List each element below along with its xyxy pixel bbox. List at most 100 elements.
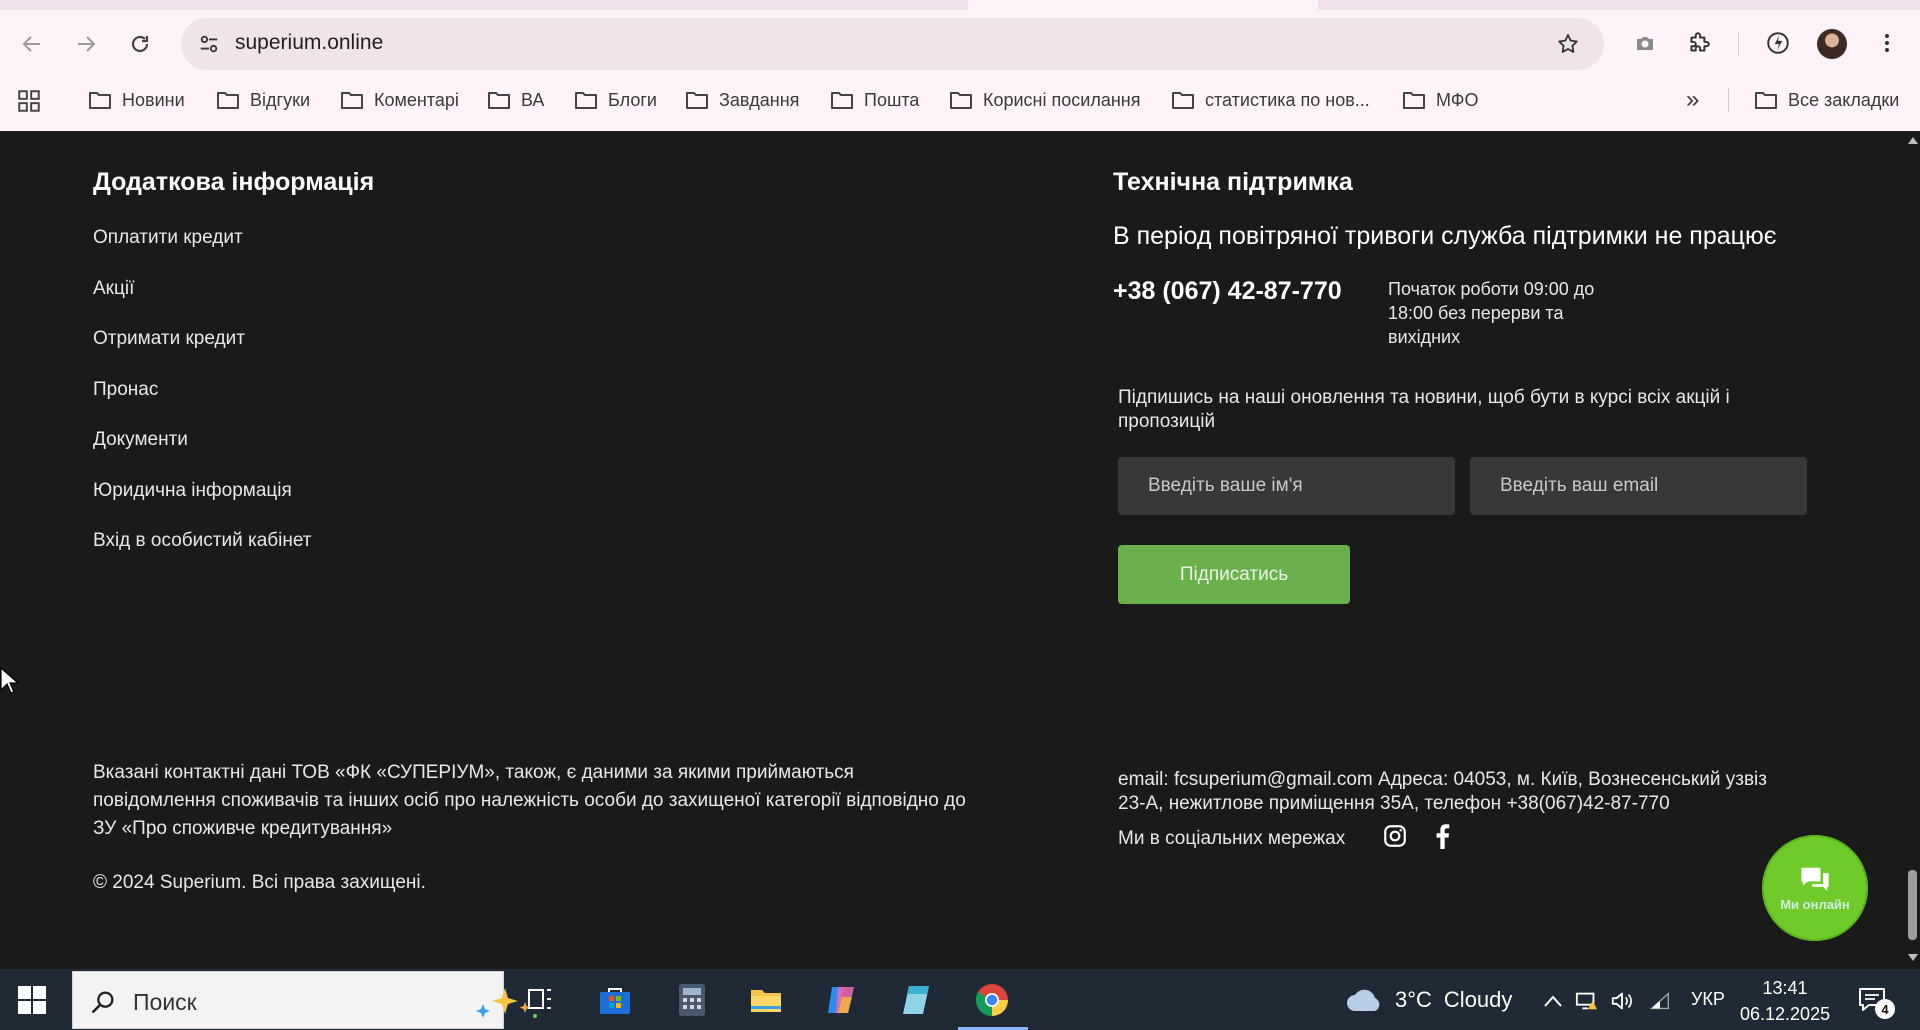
windows-logo-icon — [18, 986, 31, 999]
bookmark-folder-news[interactable]: Новини — [88, 82, 185, 118]
bookmark-label: статистика по нов... — [1205, 89, 1370, 110]
folder-icon — [1755, 92, 1777, 109]
all-bookmarks-button[interactable]: Все закладки — [1754, 82, 1899, 118]
speaker-icon — [1611, 992, 1632, 1010]
start-button[interactable] — [18, 986, 46, 1014]
facebook-icon — [1436, 824, 1450, 849]
windows-taskbar: Поиск 3°C Cloudy УКР 13:41 06.12.2025 4 — [0, 969, 1920, 1030]
network-warning-button[interactable] — [1575, 989, 1599, 1013]
notes-app-button[interactable] — [895, 979, 937, 1021]
performance-button[interactable] — [1761, 26, 1795, 60]
scroll-down-arrow[interactable] — [1908, 954, 1918, 961]
clock-time: 13:41 — [1762, 978, 1808, 998]
screenshot-button[interactable] — [1628, 26, 1662, 60]
volume-button[interactable] — [1610, 989, 1634, 1013]
chat-bubbles-icon — [1801, 867, 1829, 891]
page-scrollbar[interactable] — [1905, 131, 1920, 969]
folder-icon — [686, 92, 708, 109]
email-input[interactable] — [1470, 457, 1807, 515]
bookmark-folder-comments[interactable]: Коментарі — [340, 82, 459, 118]
calculator-button[interactable] — [671, 979, 713, 1021]
windows-logo-icon — [33, 986, 46, 999]
footer-link-about[interactable]: Пронас — [93, 379, 158, 401]
notification-center-button[interactable]: 4 — [1857, 985, 1895, 1019]
file-explorer-button[interactable] — [745, 979, 787, 1021]
microsoft-store-button[interactable] — [594, 979, 636, 1021]
scroll-up-arrow[interactable] — [1908, 137, 1918, 144]
footer-link-promotions[interactable]: Акції — [93, 278, 134, 300]
wifi-button[interactable] — [1648, 989, 1672, 1013]
system-clock[interactable]: 13:41 06.12.2025 — [1740, 975, 1830, 1027]
bookmark-label: Завдання — [719, 89, 800, 110]
footer-link-pay-credit[interactable]: Оплатити кредит — [93, 227, 243, 249]
search-icon — [91, 991, 114, 1014]
bookmark-folder-reviews[interactable]: Відгуки — [216, 82, 310, 118]
task-view-button[interactable] — [519, 979, 561, 1021]
apps-grid-button[interactable] — [16, 88, 42, 114]
input-language[interactable]: УКР — [1691, 989, 1725, 1010]
copilot-button[interactable] — [820, 979, 862, 1021]
bookmark-star-button[interactable] — [1552, 28, 1584, 60]
apps-grid-icon — [18, 90, 40, 112]
task-view-icon — [528, 989, 551, 1009]
profile-avatar[interactable] — [1817, 29, 1847, 59]
subscribe-button[interactable]: Підписатись — [1118, 545, 1350, 604]
bookmark-folder-va[interactable]: ВА — [487, 82, 544, 118]
mouse-cursor — [0, 667, 18, 694]
scroll-thumb[interactable] — [1908, 870, 1917, 940]
weather-temp: 3°C — [1395, 987, 1432, 1012]
tab-strip — [0, 0, 1920, 10]
bookmarks-separator — [1728, 88, 1729, 112]
bookmark-folder-useful-links[interactable]: Корисні посилання — [949, 82, 1140, 118]
taskbar-search[interactable]: Поиск — [72, 971, 537, 1029]
footer-link-personal-account[interactable]: Вхід в особистий кабінет — [93, 530, 312, 552]
bookmark-folder-statistics[interactable]: статистика по нов... — [1171, 82, 1370, 118]
online-chat-button[interactable]: Ми онлайн — [1762, 835, 1868, 941]
notification-badge: 4 — [1875, 999, 1895, 1019]
facebook-link[interactable] — [1427, 821, 1457, 851]
bookmark-label: Блоги — [608, 89, 657, 110]
social-label: Ми в соціальних мережах — [1118, 828, 1346, 849]
footer-link-get-credit[interactable]: Отримати кредит — [93, 328, 245, 350]
contact-details: email: fcsuperium@gmail.com Адреса: 0405… — [1118, 769, 1767, 814]
copyright: © 2024 Superium. Всі права захищені. — [93, 872, 426, 893]
back-button[interactable] — [16, 28, 48, 60]
active-tab[interactable] — [968, 0, 1318, 10]
bookmark-folder-blogs[interactable]: Блоги — [574, 82, 657, 118]
instagram-link[interactable] — [1380, 821, 1410, 851]
chrome-menu-button[interactable] — [1870, 26, 1904, 60]
contact-disclaimer: Вказані контактні дані ТОВ «ФК «СУПЕРІУМ… — [93, 762, 966, 839]
name-input[interactable] — [1118, 457, 1455, 515]
star-icon — [1558, 34, 1578, 53]
notepad-icon — [903, 986, 929, 1014]
footer-link-legal-info[interactable]: Юридична інформація — [93, 480, 292, 502]
double-chevron-right-icon: » — [1686, 86, 1700, 113]
support-phone[interactable]: +38 (067) 42-87-770 — [1113, 277, 1342, 306]
footer-link-documents[interactable]: Документи — [93, 429, 188, 451]
additional-info-title: Додаткова інформація — [93, 168, 375, 196]
all-bookmarks-label: Все закладки — [1788, 89, 1900, 110]
bookmark-folder-tasks[interactable]: Завдання — [685, 82, 799, 118]
reload-button[interactable] — [124, 28, 156, 60]
site-info-button[interactable] — [195, 30, 223, 58]
folder-icon — [575, 92, 597, 109]
forward-button[interactable] — [70, 28, 102, 60]
more-bookmarks-button[interactable]: » — [1686, 82, 1699, 118]
bookmark-label: МФО — [1436, 89, 1479, 110]
url-text[interactable]: superium.online — [235, 31, 383, 55]
chrome-taskbar-button[interactable] — [957, 969, 1027, 1030]
wifi-icon — [1649, 992, 1669, 1010]
bookmarks-bar: Новини Відгуки Коментарі ВА Блоги Завдан… — [0, 82, 1920, 118]
tray-overflow-button[interactable] — [1541, 989, 1565, 1013]
instagram-icon — [1384, 825, 1406, 847]
bookmark-folder-mail[interactable]: Пошта — [830, 82, 919, 118]
address-bar[interactable]: superium.online — [181, 18, 1604, 70]
reload-icon — [131, 35, 149, 53]
bookmark-label: Відгуки — [250, 89, 311, 110]
tech-support-title: Технічна підтримка — [1113, 168, 1353, 196]
bookmark-folder-mfo[interactable]: МФО — [1402, 82, 1478, 118]
weather-widget[interactable]: 3°C Cloudy — [1345, 987, 1512, 1013]
extensions-button[interactable] — [1682, 26, 1716, 60]
clock-date: 06.12.2025 — [1740, 1004, 1831, 1024]
calculator-icon — [679, 984, 705, 1016]
